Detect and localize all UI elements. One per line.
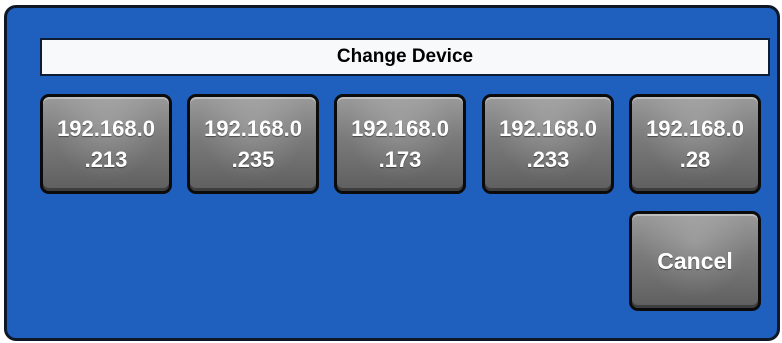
device-ip-prefix: 192.168.0 — [351, 116, 449, 141]
device-button-233[interactable]: 192.168.0 .233 — [482, 94, 614, 194]
device-button-213[interactable]: 192.168.0 .213 — [40, 94, 172, 194]
device-ip-suffix: .173 — [378, 147, 422, 172]
dialog-title: Change Device — [40, 38, 770, 76]
device-ip-suffix: .235 — [231, 147, 275, 172]
device-button-235[interactable]: 192.168.0 .235 — [187, 94, 319, 194]
device-button-173[interactable]: 192.168.0 .173 — [334, 94, 466, 194]
device-ip-suffix: .213 — [84, 147, 128, 172]
device-ip-prefix: 192.168.0 — [499, 116, 597, 141]
cancel-button[interactable]: Cancel — [629, 211, 761, 311]
change-device-dialog: Change Device 192.168.0 .213 192.168.0 .… — [4, 5, 780, 341]
cancel-label: Cancel — [657, 247, 733, 274]
device-ip-suffix: .28 — [679, 147, 711, 172]
device-ip-prefix: 192.168.0 — [204, 116, 302, 141]
device-ip-suffix: .233 — [526, 147, 570, 172]
device-button-28[interactable]: 192.168.0 .28 — [629, 94, 761, 194]
device-ip-prefix: 192.168.0 — [646, 116, 744, 141]
device-ip-prefix: 192.168.0 — [57, 116, 155, 141]
